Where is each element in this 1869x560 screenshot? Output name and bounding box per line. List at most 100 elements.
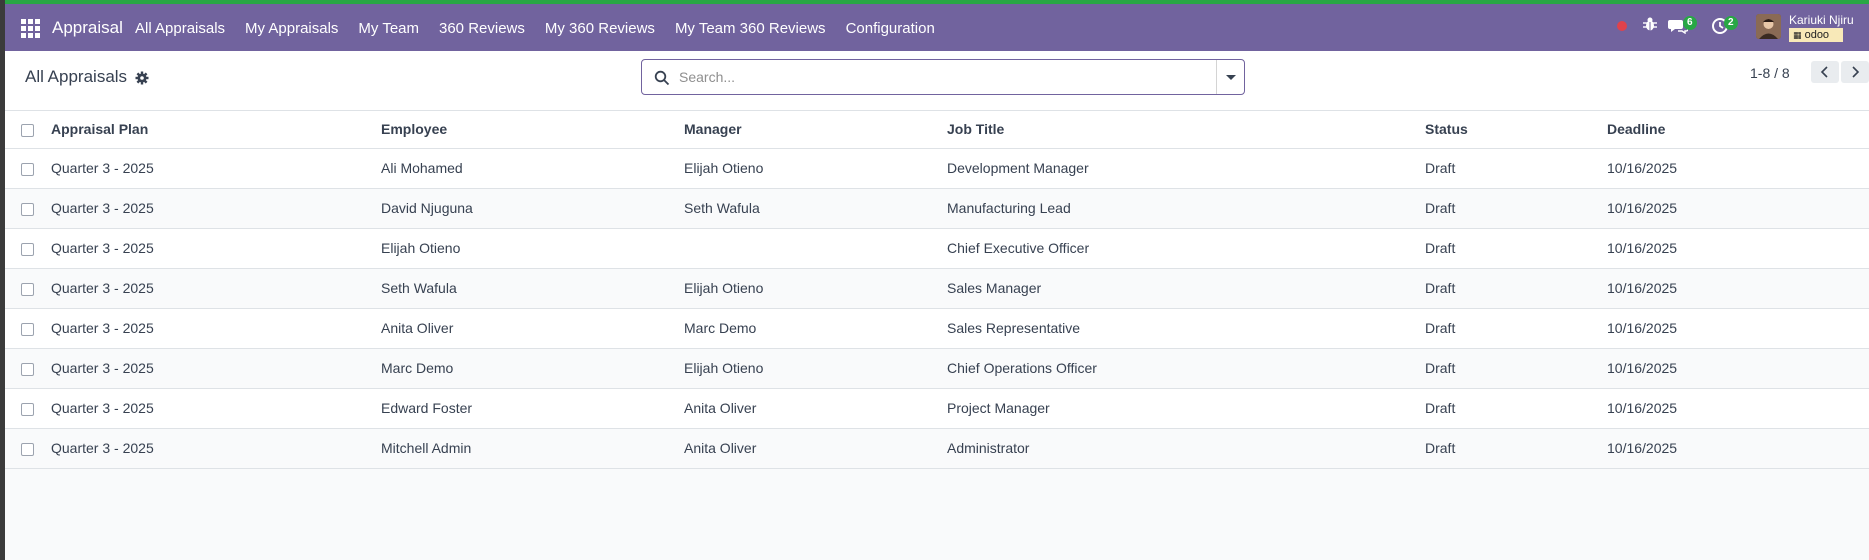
row-checkbox[interactable] [21, 402, 34, 416]
row-select-cell [5, 348, 51, 389]
cell-manager[interactable]: Marc Demo [684, 308, 947, 349]
apps-icon[interactable] [21, 19, 40, 38]
cell-deadline[interactable]: 10/16/2025 [1607, 308, 1869, 349]
cell-status[interactable]: Draft [1425, 188, 1607, 229]
cell-status[interactable]: Draft [1425, 148, 1607, 189]
pager-value[interactable]: 1-8 / 8 [1750, 65, 1790, 81]
cell-manager[interactable]: Elijah Otieno [684, 268, 947, 309]
app-brand[interactable]: Appraisal [52, 18, 123, 38]
cell-deadline[interactable]: 10/16/2025 [1607, 188, 1869, 229]
cell-status[interactable]: Draft [1425, 388, 1607, 429]
user-name[interactable]: Kariuki Njiru [1789, 13, 1854, 27]
table-row[interactable]: Quarter 3 - 2025 Elijah Otieno Chief Exe… [5, 228, 1869, 269]
column-job-title[interactable]: Job Title [947, 111, 1425, 149]
row-select-cell [5, 268, 51, 309]
cell-appraisal-plan[interactable]: Quarter 3 - 2025 [51, 268, 381, 309]
list-view: Appraisal Plan Employee Manager Job Titl… [5, 111, 1869, 560]
cell-employee[interactable]: Edward Foster [381, 388, 684, 429]
cell-employee[interactable]: Ali Mohamed [381, 148, 684, 189]
cell-employee[interactable]: Marc Demo [381, 348, 684, 389]
search-options-toggle[interactable] [1216, 60, 1244, 94]
cell-appraisal-plan[interactable]: Quarter 3 - 2025 [51, 148, 381, 189]
table-row[interactable]: Quarter 3 - 2025 Ali Mohamed Elijah Otie… [5, 148, 1869, 189]
cell-deadline[interactable]: 10/16/2025 [1607, 348, 1869, 389]
pager-previous-button[interactable] [1811, 61, 1839, 83]
cell-deadline[interactable]: 10/16/2025 [1607, 148, 1869, 189]
column-appraisal-plan[interactable]: Appraisal Plan [51, 111, 381, 149]
activity-count-badge: 2 [1724, 16, 1738, 30]
cell-employee[interactable]: Elijah Otieno [381, 228, 684, 269]
cell-appraisal-plan[interactable]: Quarter 3 - 2025 [51, 308, 381, 349]
database-name: odoo [1804, 29, 1830, 41]
cell-job-title[interactable]: Development Manager [947, 148, 1425, 189]
menu-my-team[interactable]: My Team [358, 20, 419, 37]
column-deadline[interactable]: Deadline [1607, 111, 1869, 149]
cell-deadline[interactable]: 10/16/2025 [1607, 228, 1869, 269]
cell-job-title[interactable]: Administrator [947, 428, 1425, 469]
row-checkbox[interactable] [21, 362, 34, 376]
menu-360-reviews[interactable]: 360 Reviews [439, 20, 525, 37]
select-all-cell [5, 111, 51, 149]
cell-employee[interactable]: Anita Oliver [381, 308, 684, 349]
avatar[interactable] [1756, 14, 1781, 39]
gear-icon[interactable] [135, 71, 149, 85]
cell-job-title[interactable]: Chief Operations Officer [947, 348, 1425, 389]
cell-deadline[interactable]: 10/16/2025 [1607, 428, 1869, 469]
menu-my-appraisals[interactable]: My Appraisals [245, 20, 338, 37]
cell-job-title[interactable]: Sales Manager [947, 268, 1425, 309]
cell-deadline[interactable]: 10/16/2025 [1607, 388, 1869, 429]
cell-appraisal-plan[interactable]: Quarter 3 - 2025 [51, 188, 381, 229]
row-select-cell [5, 228, 51, 269]
menu-my-team-360-reviews[interactable]: My Team 360 Reviews [675, 20, 826, 37]
cell-deadline[interactable]: 10/16/2025 [1607, 268, 1869, 309]
chevron-right-icon [1852, 66, 1860, 78]
row-checkbox[interactable] [21, 242, 34, 256]
cell-status[interactable]: Draft [1425, 268, 1607, 309]
cell-job-title[interactable]: Project Manager [947, 388, 1425, 429]
pager-next-button[interactable] [1841, 61, 1869, 83]
column-manager[interactable]: Manager [684, 111, 947, 149]
cell-status[interactable]: Draft [1425, 308, 1607, 349]
cell-manager[interactable]: Anita Oliver [684, 388, 947, 429]
cell-status[interactable]: Draft [1425, 228, 1607, 269]
menu-all-appraisals[interactable]: All Appraisals [135, 20, 225, 37]
menu-configuration[interactable]: Configuration [846, 20, 935, 37]
bug-icon[interactable] [1642, 16, 1658, 32]
table-row[interactable]: Quarter 3 - 2025 Seth Wafula Elijah Otie… [5, 268, 1869, 309]
cell-appraisal-plan[interactable]: Quarter 3 - 2025 [51, 228, 381, 269]
cell-manager[interactable]: Elijah Otieno [684, 348, 947, 389]
table-row[interactable]: Quarter 3 - 2025 Edward Foster Anita Oli… [5, 388, 1869, 429]
table-row[interactable]: Quarter 3 - 2025 Mitchell Admin Anita Ol… [5, 428, 1869, 469]
select-all-checkbox[interactable] [21, 124, 34, 138]
cell-employee[interactable]: Mitchell Admin [381, 428, 684, 469]
cell-manager[interactable] [684, 228, 947, 269]
cell-employee[interactable]: Seth Wafula [381, 268, 684, 309]
cell-manager[interactable]: Seth Wafula [684, 188, 947, 229]
cell-appraisal-plan[interactable]: Quarter 3 - 2025 [51, 348, 381, 389]
row-checkbox[interactable] [21, 322, 34, 336]
row-checkbox[interactable] [21, 442, 34, 456]
cell-manager[interactable]: Elijah Otieno [684, 148, 947, 189]
search-input[interactable] [677, 61, 1225, 93]
row-select-cell [5, 148, 51, 189]
cell-job-title[interactable]: Manufacturing Lead [947, 188, 1425, 229]
table-row[interactable]: Quarter 3 - 2025 Anita Oliver Marc Demo … [5, 308, 1869, 349]
table-row[interactable]: Quarter 3 - 2025 David Njuguna Seth Wafu… [5, 188, 1869, 229]
column-employee[interactable]: Employee [381, 111, 684, 149]
chevron-down-icon [1226, 75, 1236, 80]
column-status[interactable]: Status [1425, 111, 1607, 149]
menu-my-360-reviews[interactable]: My 360 Reviews [545, 20, 655, 37]
table-row[interactable]: Quarter 3 - 2025 Marc Demo Elijah Otieno… [5, 348, 1869, 389]
cell-appraisal-plan[interactable]: Quarter 3 - 2025 [51, 388, 381, 429]
cell-appraisal-plan[interactable]: Quarter 3 - 2025 [51, 428, 381, 469]
row-checkbox[interactable] [21, 162, 34, 176]
cell-job-title[interactable]: Chief Executive Officer [947, 228, 1425, 269]
cell-job-title[interactable]: Sales Representative [947, 308, 1425, 349]
cell-employee[interactable]: David Njuguna [381, 188, 684, 229]
cell-manager[interactable]: Anita Oliver [684, 428, 947, 469]
cell-status[interactable]: Draft [1425, 428, 1607, 469]
cell-status[interactable]: Draft [1425, 348, 1607, 389]
record-dot-icon[interactable] [1617, 21, 1627, 31]
row-checkbox[interactable] [21, 282, 34, 296]
row-checkbox[interactable] [21, 202, 34, 216]
